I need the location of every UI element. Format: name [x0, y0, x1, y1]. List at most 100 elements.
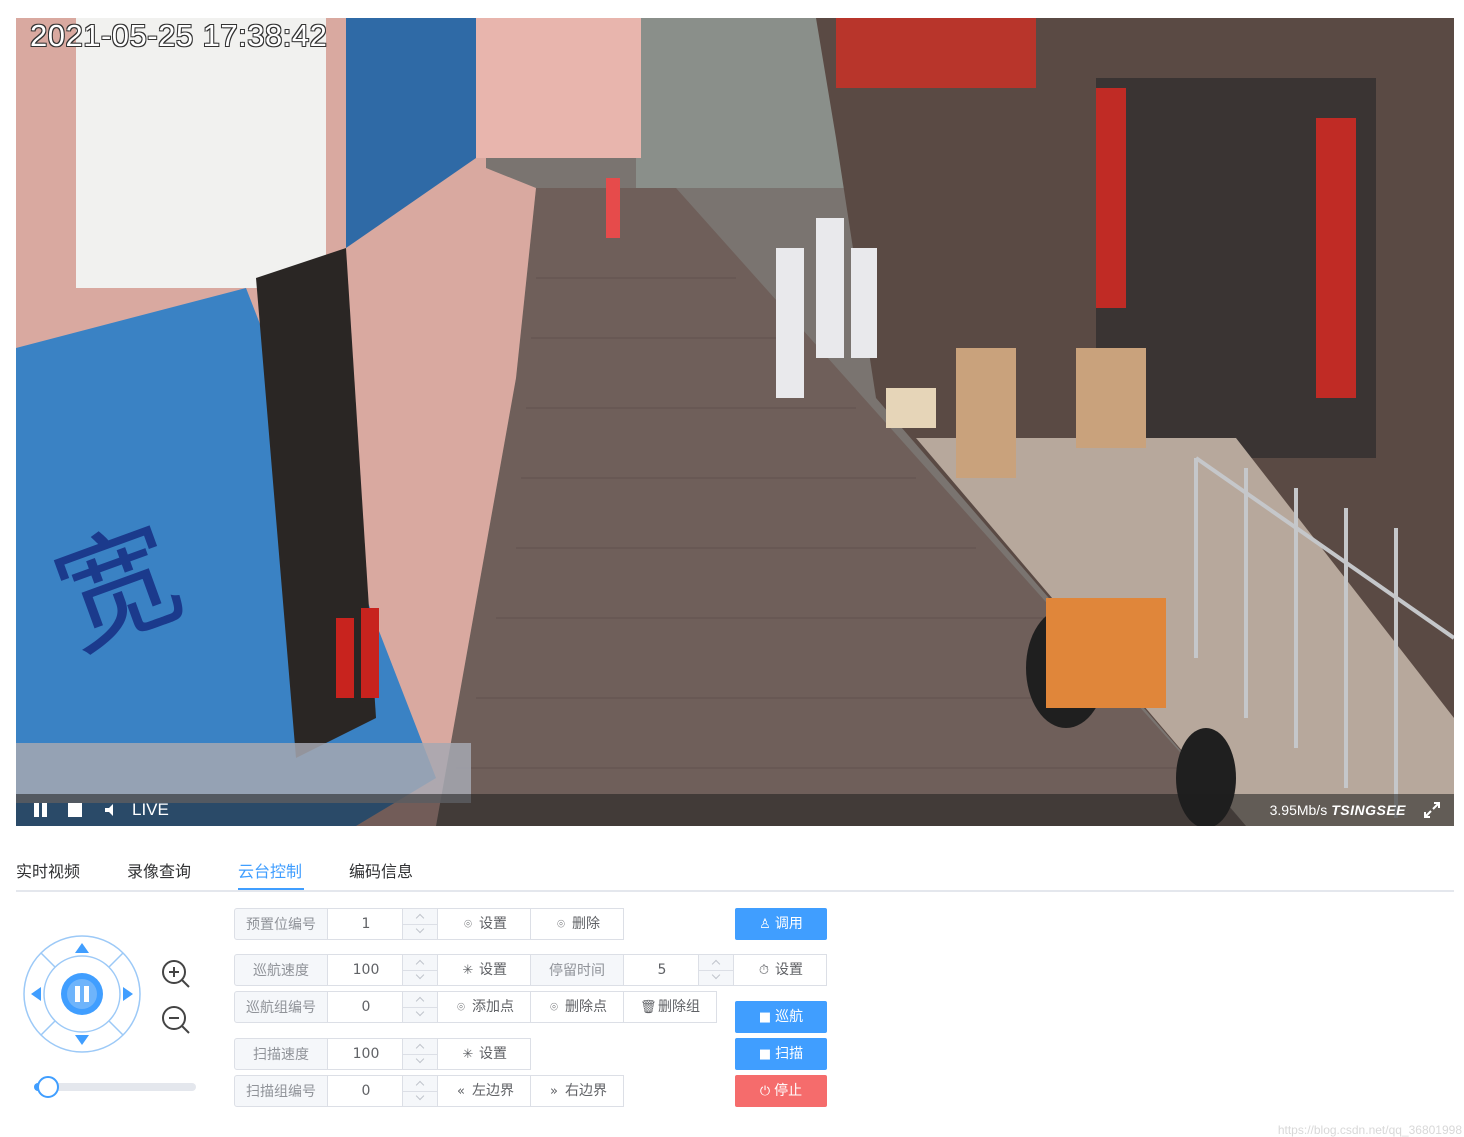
decrement-button[interactable]	[403, 970, 437, 985]
preset-value[interactable]: 1	[328, 909, 404, 939]
ptz-direction-pad	[22, 934, 142, 1054]
cruise-button[interactable]: ■ 巡航	[735, 1001, 827, 1033]
increment-button[interactable]	[699, 955, 733, 971]
camera-feed-image: 宽	[16, 18, 1454, 826]
stop-button[interactable]: ⏻ 停止	[735, 1075, 827, 1107]
location-pin-icon: ⌾	[457, 1000, 465, 1015]
scan-speed-value[interactable]: 100	[328, 1039, 404, 1069]
bitrate-readout: 3.95Mb/s TSINGSEE	[1270, 802, 1406, 818]
volume-icon[interactable]	[102, 800, 122, 820]
zoom-in-icon[interactable]	[160, 958, 192, 990]
ptz-pause-icon[interactable]	[60, 972, 104, 1016]
left-border-label: 左边界	[472, 1083, 514, 1099]
preset-delete-label: 删除	[572, 916, 600, 932]
add-point-label: 添加点	[472, 999, 514, 1015]
tab-bar: 实时视频 录像查询 云台控制 编码信息	[16, 852, 1454, 892]
delete-group-button[interactable]: 🗑删除组	[623, 991, 717, 1023]
cruise-group-input[interactable]: 0	[327, 991, 438, 1023]
watermark: https://blog.csdn.net/qq_36801998	[1277, 1123, 1462, 1137]
cruise-speed-input[interactable]: 100	[327, 954, 438, 986]
preset-delete-button[interactable]: ⌾ 删除	[530, 908, 624, 940]
pause-icon[interactable]	[32, 800, 52, 820]
location-pin-icon: ⌾	[550, 1000, 558, 1015]
scan-group-stepper	[402, 1076, 437, 1106]
stop-label: 停止	[774, 1083, 803, 1099]
arrow-up-icon[interactable]	[74, 942, 90, 954]
delete-group-label: 删除组	[658, 999, 700, 1015]
right-border-button[interactable]: » 右边界	[530, 1075, 624, 1107]
cruise-group-stepper	[402, 992, 437, 1022]
increment-button[interactable]	[403, 909, 437, 925]
active-tab-indicator	[238, 888, 304, 890]
loading-icon: ✳	[462, 1047, 474, 1062]
scan-speed-label: 扫描速度	[234, 1038, 328, 1070]
increment-button[interactable]	[403, 992, 437, 1008]
dwell-time-value[interactable]: 5	[624, 955, 700, 985]
decrement-button[interactable]	[699, 970, 733, 985]
location-pin-icon: ⌾	[464, 917, 472, 932]
decrement-button[interactable]	[403, 1054, 437, 1069]
scan-button[interactable]: ■ 扫描	[735, 1038, 827, 1070]
dwell-time-set-label: 设置	[775, 962, 803, 978]
location-pin-icon: ⌾	[557, 917, 565, 932]
tab-playback[interactable]: 录像查询	[127, 858, 191, 882]
cruise-speed-stepper	[402, 955, 437, 985]
add-point-button[interactable]: ⌾ 添加点	[437, 991, 531, 1023]
camera-icon: ■	[758, 1010, 772, 1025]
live-label: LIVE	[132, 800, 169, 819]
right-border-label: 右边界	[565, 1083, 607, 1099]
preset-set-button[interactable]: ⌾ 设置	[437, 908, 531, 940]
increment-button[interactable]	[403, 1076, 437, 1092]
scan-group-label: 扫描组编号	[234, 1075, 328, 1107]
camera-icon: ■	[758, 1047, 772, 1062]
arrow-left-icon[interactable]	[30, 986, 42, 1002]
tab-ptz-control[interactable]: 云台控制	[238, 858, 302, 882]
video-player[interactable]: 宽 2021-05-25 17:38:42 LIVE 3.95Mb/s TSIN…	[16, 18, 1454, 826]
ptz-speed-slider[interactable]	[34, 1076, 196, 1098]
dwell-time-input[interactable]: 5	[623, 954, 734, 986]
trash-icon: 🗑	[640, 1000, 657, 1015]
dwell-time-stepper	[698, 955, 733, 985]
preset-call-label: 调用	[774, 916, 803, 932]
timer-icon: ⏱	[758, 963, 770, 978]
decrement-button[interactable]	[403, 924, 437, 939]
decrement-button[interactable]	[403, 1091, 437, 1106]
scan-group-value[interactable]: 0	[328, 1076, 404, 1106]
stop-icon[interactable]	[66, 800, 86, 820]
cruise-speed-label: 巡航速度	[234, 954, 328, 986]
cruise-group-label: 巡航组编号	[234, 991, 328, 1023]
scan-speed-set-button[interactable]: ✳ 设置	[437, 1038, 531, 1070]
preset-call-button[interactable]: ♙ 调用	[735, 908, 827, 940]
scan-speed-set-label: 设置	[479, 1046, 507, 1062]
zoom-out-icon[interactable]	[160, 1004, 192, 1036]
scan-speed-stepper	[402, 1039, 437, 1069]
cruise-label: 巡航	[775, 1009, 804, 1025]
scan-label: 扫描	[775, 1046, 804, 1062]
slider-handle[interactable]	[37, 1076, 59, 1098]
delete-point-label: 删除点	[565, 999, 607, 1015]
preset-label: 预置位编号	[234, 908, 328, 940]
arrow-down-icon[interactable]	[74, 1034, 90, 1046]
cruise-speed-set-label: 设置	[479, 962, 507, 978]
preset-number-input[interactable]: 1	[327, 908, 438, 940]
scan-speed-input[interactable]: 100	[327, 1038, 438, 1070]
video-timestamp: 2021-05-25 17:38:42	[30, 18, 328, 53]
cruise-speed-set-button[interactable]: ✳ 设置	[437, 954, 531, 986]
cruise-speed-value[interactable]: 100	[328, 955, 404, 985]
decrement-button[interactable]	[403, 1007, 437, 1022]
brand-logo: TSINGSEE	[1331, 802, 1406, 818]
fullscreen-icon[interactable]	[1422, 800, 1442, 820]
increment-button[interactable]	[403, 1039, 437, 1055]
cruise-group-value[interactable]: 0	[328, 992, 404, 1022]
arrow-right-icon[interactable]	[122, 986, 134, 1002]
tab-encoding-info[interactable]: 编码信息	[349, 858, 413, 882]
power-icon: ⏻	[759, 1084, 771, 1099]
left-border-button[interactable]: « 左边界	[437, 1075, 531, 1107]
loading-icon: ✳	[462, 963, 474, 978]
tab-live-video[interactable]: 实时视频	[16, 858, 80, 882]
delete-point-button[interactable]: ⌾ 删除点	[530, 991, 624, 1023]
dwell-time-set-button[interactable]: ⏱ 设置	[733, 954, 827, 986]
user-icon: ♙	[759, 917, 771, 932]
increment-button[interactable]	[403, 955, 437, 971]
scan-group-input[interactable]: 0	[327, 1075, 438, 1107]
